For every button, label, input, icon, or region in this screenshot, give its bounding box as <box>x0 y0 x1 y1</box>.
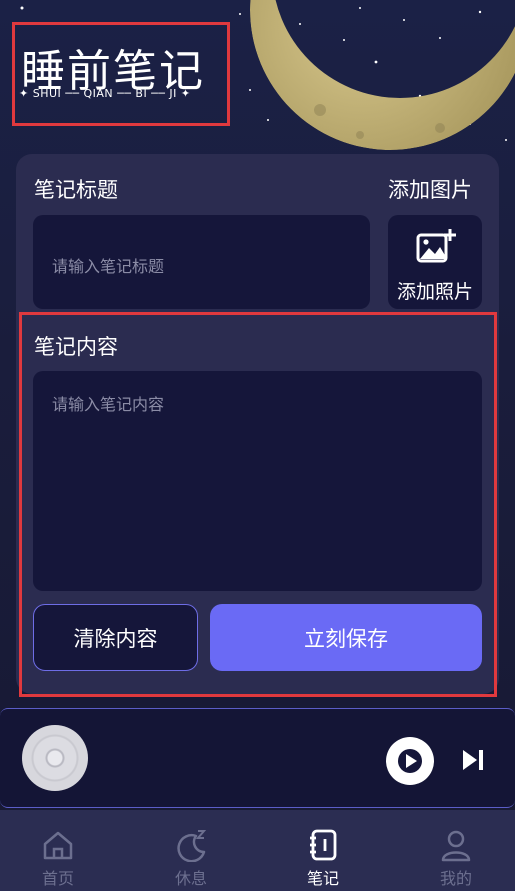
note-content-placeholder: 请输入笔记内容 <box>52 395 165 414</box>
note-title-label: 笔记标题 <box>34 178 118 202</box>
tab-mine-label: 我的 <box>439 869 472 888</box>
app-subtitle: ✦ SHUI ── QIAN ── BI ── JI ✦ <box>19 87 191 100</box>
tab-rest-label: 休息 <box>174 869 207 888</box>
notebook-icon <box>310 829 337 861</box>
music-disc-icon[interactable] <box>22 725 88 791</box>
home-icon <box>43 831 73 860</box>
note-content-label: 笔记内容 <box>34 335 118 359</box>
tab-notes[interactable]: 笔记 <box>259 810 387 891</box>
tab-mine[interactable]: 我的 <box>392 810 515 891</box>
clear-content-button[interactable]: 清除内容 <box>33 604 198 671</box>
add-photo-caption: 添加照片 <box>396 281 473 303</box>
add-image-label: 添加图片 <box>388 178 472 202</box>
add-photo-button[interactable]: 添加照片 <box>388 215 482 309</box>
skip-next-icon[interactable] <box>460 747 486 773</box>
user-icon <box>441 830 471 862</box>
add-image-icon <box>416 229 456 263</box>
note-title-placeholder: 请输入笔记标题 <box>52 257 165 276</box>
save-now-button[interactable]: 立刻保存 <box>210 604 482 671</box>
moon-sleep-icon <box>177 830 207 862</box>
note-content-textarea[interactable]: 请输入笔记内容 <box>33 371 482 591</box>
play-button[interactable] <box>386 737 434 785</box>
tab-notes-label: 笔记 <box>306 869 339 888</box>
music-player-bar <box>0 708 515 808</box>
brand-logo-frame: 睡前笔记 ✦ SHUI ── QIAN ── BI ── JI ✦ <box>12 22 230 126</box>
note-title-input[interactable]: 请输入笔记标题 <box>33 215 370 309</box>
tab-home-label: 首页 <box>41 869 74 888</box>
tab-home[interactable]: 首页 <box>0 810 122 891</box>
tab-rest[interactable]: 休息 <box>127 810 255 891</box>
crescent-moon-illustration <box>250 0 515 160</box>
bottom-tab-bar: 首页 休息 笔记 我的 <box>0 810 515 891</box>
play-icon <box>398 749 422 773</box>
